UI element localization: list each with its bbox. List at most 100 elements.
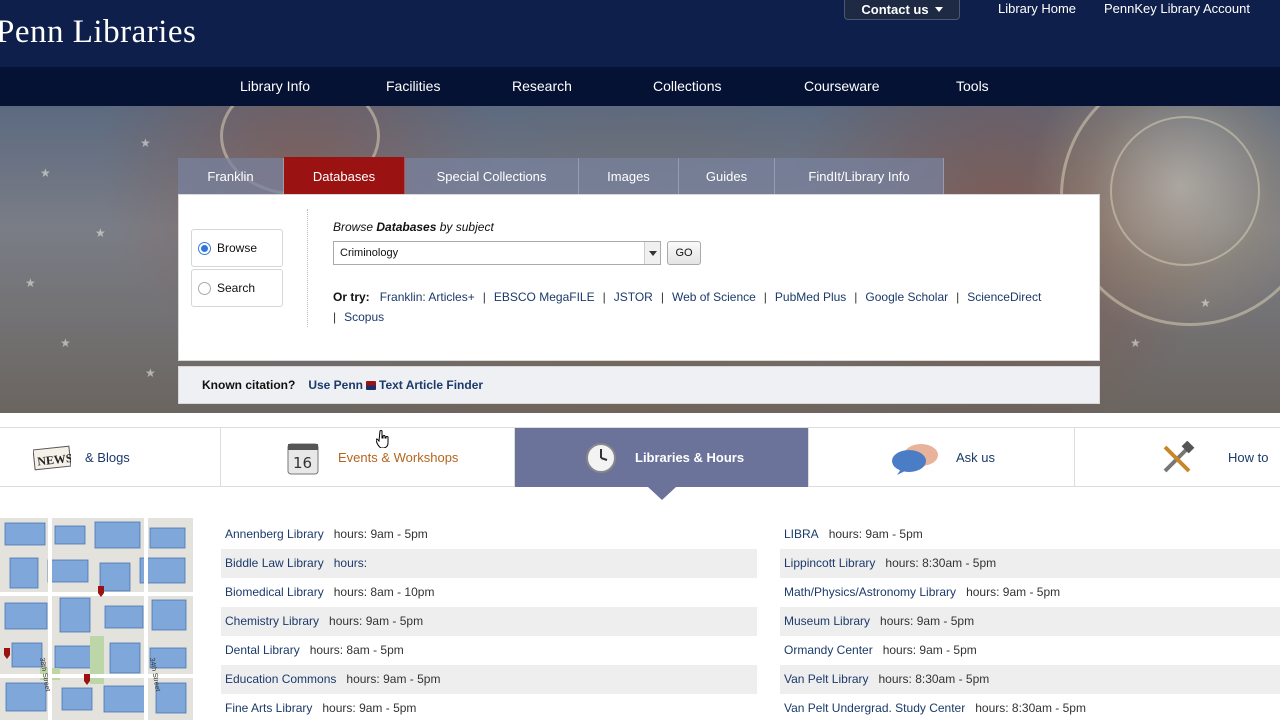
tab-news-blogs[interactable]: NEWS & Blogs <box>0 428 221 487</box>
tab-libraries-hours[interactable]: Libraries & Hours <box>515 428 809 500</box>
link-ebsco-megafile[interactable]: EBSCO MegaFILE <box>494 290 595 304</box>
star-decoration: ★ <box>40 166 51 180</box>
tab-ask-us[interactable]: Ask us <box>809 428 1075 487</box>
link-web-of-science[interactable]: Web of Science <box>672 290 756 304</box>
nav-courseware[interactable]: Courseware <box>804 67 879 106</box>
tab-events-workshops[interactable]: 16 Events & Workshops <box>221 428 515 487</box>
caret-down-icon <box>934 7 943 12</box>
contact-us-button[interactable]: Contact us <box>844 0 960 20</box>
svg-text:16: 16 <box>293 454 312 472</box>
nav-library-info[interactable]: Library Info <box>240 67 310 106</box>
article-finder-link[interactable]: Use Penn Text Article Finder <box>308 378 483 392</box>
tab-ask-us-label: Ask us <box>956 450 996 465</box>
library-link[interactable]: Museum Library <box>784 614 870 628</box>
tab-news-blogs-label: & Blogs <box>85 450 130 465</box>
pennkey-account-link[interactable]: PennKey Library Account <box>1104 1 1250 16</box>
browse-heading: Browse Databases by subject <box>333 220 494 234</box>
library-link[interactable]: Dental Library <box>225 643 300 657</box>
contact-us-label: Contact us <box>861 2 929 17</box>
hero-banner: ★ ★ ★ ★ ★ ★ ★ ★ Franklin Databases Speci… <box>0 106 1280 413</box>
hours-row: LIBRA hours: 9am - 5pm <box>784 527 923 541</box>
link-franklin-articles[interactable]: Franklin: Articles+ <box>380 290 475 304</box>
campus-map[interactable]: 38th Street 34th Street <box>0 518 193 720</box>
hours-row: Biomedical Library hours: 8am - 10pm <box>225 585 435 599</box>
link-jstor[interactable]: JSTOR <box>614 290 653 304</box>
penn-shield-icon <box>366 381 377 391</box>
tab-databases[interactable]: Databases <box>284 157 405 202</box>
star-decoration: ★ <box>145 366 156 380</box>
hours-row: Math/Physics/Astronomy Library hours: 9am… <box>784 585 1061 599</box>
nav-tools[interactable]: Tools <box>956 67 989 106</box>
library-link[interactable]: Lippincott Library <box>784 556 875 570</box>
browse-radio[interactable] <box>198 241 211 255</box>
library-home-link[interactable]: Library Home <box>998 1 1076 16</box>
search-option[interactable]: Search <box>191 269 283 307</box>
or-try-links: Or try: Franklin: Articles+ | EBSCO MegaFI… <box>333 290 1042 324</box>
tab-how-to-label: How to <box>1228 450 1269 465</box>
link-pubmed-plus[interactable]: PubMed Plus <box>775 290 846 304</box>
site-header: Penn Libraries Contact us Library Home P… <box>0 0 1280 67</box>
news-icon: NEWS <box>33 445 71 471</box>
tab-guides[interactable]: Guides <box>679 158 775 195</box>
hours-row: Education Commons hours: 9am - 5pm <box>221 665 757 694</box>
nav-collections[interactable]: Collections <box>653 67 721 106</box>
hours-row: Museum Library hours: 9am - 5pm <box>780 607 1280 636</box>
go-button[interactable]: GO <box>667 241 701 265</box>
search-option-label: Search <box>217 281 256 295</box>
subject-select-value: Criminology <box>340 247 399 259</box>
library-link[interactable]: Van Pelt Library <box>784 672 869 686</box>
link-scopus[interactable]: Scopus <box>344 310 384 324</box>
library-link[interactable]: Math/Physics/Astronomy Library <box>784 585 956 599</box>
browse-prefix: Browse <box>333 220 374 234</box>
library-link[interactable]: Biddle Law Library <box>225 556 324 570</box>
library-link[interactable]: Fine Arts Library <box>225 701 312 715</box>
decorative-ring <box>1110 116 1260 266</box>
speech-bubbles-icon <box>892 444 938 475</box>
tab-how-to[interactable]: How to <box>1075 428 1280 487</box>
search-radio[interactable] <box>198 281 211 295</box>
tab-images[interactable]: Images <box>579 158 679 195</box>
browse-bold: Databases <box>376 220 437 234</box>
nav-facilities[interactable]: Facilities <box>386 67 440 106</box>
main-nav: Library Info Facilities Research Collect… <box>0 67 1280 106</box>
library-link[interactable]: Chemistry Library <box>225 614 319 628</box>
link-google-scholar[interactable]: Google Scholar <box>865 290 948 304</box>
browse-option-label: Browse <box>217 241 258 255</box>
star-decoration: ★ <box>1130 336 1141 350</box>
tab-franklin[interactable]: Franklin <box>178 158 284 195</box>
library-link[interactable]: Van Pelt Undergrad. Study Center <box>784 701 965 715</box>
tab-special-collections[interactable]: Special Collections <box>405 158 579 195</box>
library-link[interactable]: LIBRA <box>784 527 819 541</box>
hours-row: Dental Library hours: 8am - 5pm <box>225 643 404 657</box>
hours-link[interactable]: hours: <box>334 556 367 570</box>
library-link[interactable]: Annenberg Library <box>225 527 324 541</box>
feature-tabs: NEWS & Blogs 16 Events & Workshops Libra… <box>0 427 1280 500</box>
browse-suffix: by subject <box>439 220 494 234</box>
site-logo[interactable]: Penn Libraries <box>0 14 196 51</box>
library-link[interactable]: Ormandy Center <box>784 643 873 657</box>
hours-row: Van Pelt Library hours: 8:30am - 5pm <box>780 665 1280 694</box>
campus-map-graphic: 38th Street 34th Street <box>0 518 193 720</box>
star-decoration: ★ <box>60 336 71 350</box>
hours-row: Van Pelt Undergrad. Study Center hours: 8… <box>784 701 1086 715</box>
calendar-icon: 16 <box>287 443 319 475</box>
subject-select[interactable]: Criminology <box>333 241 661 265</box>
nav-research[interactable]: Research <box>512 67 572 106</box>
hours-row: Lippincott Library hours: 8:30am - 5pm <box>780 549 1280 578</box>
hours-row: Annenberg Library hours: 9am - 5pm <box>225 527 428 541</box>
article-finder-prefix: Use Penn <box>308 378 364 392</box>
panel-divider <box>307 209 308 327</box>
chevron-down-icon[interactable] <box>644 242 660 264</box>
hours-list-left: Annenberg Library hours: 9am - 5pm Biddle… <box>221 520 757 720</box>
star-decoration: ★ <box>140 136 151 150</box>
hours-row: Chemistry Library hours: 9am - 5pm <box>221 607 757 636</box>
article-finder-suffix: Text Article Finder <box>379 378 484 392</box>
database-search-panel: Browse Search Browse Databases by subjec… <box>178 194 1100 361</box>
browse-option[interactable]: Browse <box>191 229 283 267</box>
hours-row: Biddle Law Library hours: <box>221 549 757 578</box>
tab-findit-library-info[interactable]: FindIt/Library Info <box>775 158 944 195</box>
library-link[interactable]: Biomedical Library <box>225 585 324 599</box>
link-sciencedirect[interactable]: ScienceDirect <box>967 290 1041 304</box>
library-link[interactable]: Education Commons <box>225 672 336 686</box>
hand-cursor-icon <box>376 430 389 448</box>
